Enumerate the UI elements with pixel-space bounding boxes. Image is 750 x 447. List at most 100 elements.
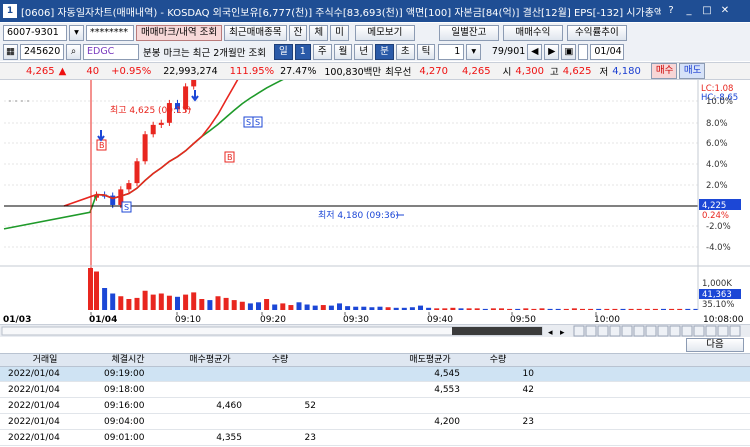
chart-tool-button[interactable] <box>717 325 729 337</box>
minimize-button[interactable]: _ <box>681 4 697 18</box>
stock-search-icon[interactable]: ⌕ <box>66 43 81 60</box>
cell-sell-avg <box>390 399 460 413</box>
trade-profit-button[interactable]: 매매수익 <box>502 24 563 41</box>
date-checkbox[interactable] <box>578 43 589 60</box>
volume-bar <box>280 303 286 310</box>
trade-mark-history-button[interactable]: 매매마크/내역 조회 <box>136 24 223 41</box>
col-buy-qty: 수량 <box>271 355 289 365</box>
volume-bar <box>450 307 456 310</box>
period-year[interactable]: 년 <box>354 43 374 60</box>
trade-amount: 100,830백만 <box>324 67 382 78</box>
chart-tool-button[interactable] <box>645 325 657 337</box>
volume-bar <box>515 308 521 310</box>
nav-first-icon[interactable]: ◀ <box>527 43 543 60</box>
volume-bar <box>272 304 278 310</box>
volume-bar <box>256 302 261 310</box>
period-day[interactable]: 일 <box>274 43 293 60</box>
volume-bar <box>458 308 464 310</box>
x-tick-label: 10:00 <box>594 315 620 324</box>
chart-canvas[interactable]: BBSS S 최고 4,625 (09:13) 최저 4,180 (09:36) … <box>0 0 750 328</box>
minute-mark-note: 분봉 마크는 최근 2개월만 조회 <box>143 47 267 59</box>
date-input[interactable]: 01/04 <box>590 43 625 60</box>
executed-toggle[interactable]: 체 <box>309 24 329 41</box>
volume-bar <box>661 308 666 310</box>
period-month[interactable]: 월 <box>333 43 353 60</box>
volume-bar <box>183 294 189 310</box>
stock-code-input[interactable]: 245620 <box>20 43 64 60</box>
last-price-label: 4,225 <box>702 201 726 211</box>
y-tick-label: 2.0% <box>706 181 728 191</box>
account-dropdown-icon[interactable]: ▾ <box>69 24 84 41</box>
return-trend-button[interactable]: 수익률추이 <box>566 24 627 41</box>
price-change: 40 <box>86 65 100 77</box>
buy-button[interactable]: 매수 <box>650 63 677 79</box>
nav-settings-icon[interactable]: ▣ <box>561 43 577 60</box>
memo-button[interactable]: 메모보기 <box>354 24 415 41</box>
sell-button[interactable]: 매도 <box>678 63 705 79</box>
unexecuted-toggle[interactable]: 미 <box>330 24 349 41</box>
window-title: [0606] 자동일자차트(매매내역) - KOSDAQ 외국인보유[6,777… <box>21 7 661 19</box>
close-button[interactable]: ✕ <box>717 4 733 18</box>
chart-scrollbar[interactable]: ◂ ▸ <box>0 324 750 338</box>
volume-bar <box>401 307 407 310</box>
chart-tool-button[interactable] <box>669 325 681 337</box>
table-row[interactable]: 2022/01/04 09:18:00 4,553 42 <box>0 383 750 398</box>
col-date: 거래일 <box>32 355 58 365</box>
recent-stocks-button[interactable]: 최근매매종목 <box>224 24 287 41</box>
period-second[interactable]: 초 <box>395 43 415 60</box>
table-row[interactable]: 2022/01/04 09:04:00 4,200 23 <box>0 415 750 430</box>
table-row[interactable]: 2022/01/04 09:19:00 4,545 10 <box>0 367 750 382</box>
scroll-thumb[interactable] <box>452 327 542 335</box>
cell-date: 2022/01/04 <box>8 417 60 427</box>
period-tick[interactable]: 틱 <box>416 43 436 60</box>
chart-tool-button[interactable] <box>633 325 645 337</box>
chart-tool-button[interactable] <box>681 325 693 337</box>
chart-tool-button[interactable] <box>621 325 633 337</box>
interval-input[interactable]: 1 <box>438 43 465 60</box>
cell-time: 09:16:00 <box>104 401 145 411</box>
volume-bar <box>620 308 626 310</box>
volume-bar <box>191 292 197 310</box>
volume-bar <box>580 308 585 310</box>
table-row[interactable]: 2022/01/04 09:16:00 4,460 52 <box>0 399 750 414</box>
chart-type-icon[interactable]: ▦ <box>3 43 18 60</box>
change-percent: +0.95% <box>111 65 152 77</box>
account-select[interactable]: 6007-9301 <box>3 24 67 41</box>
volume-bar <box>158 293 164 310</box>
volume-bar <box>434 308 440 310</box>
interval-dropdown-icon[interactable]: ▾ <box>466 43 482 60</box>
scroll-right-icon[interactable]: ▸ <box>560 328 565 338</box>
cell-sell-qty <box>470 399 534 413</box>
password-field[interactable]: ******** <box>86 24 134 41</box>
cell-buy-avg: 4,355 <box>216 433 242 443</box>
volume-bar <box>288 305 294 310</box>
period-week[interactable]: 주 <box>312 43 332 60</box>
chart-tool-button[interactable] <box>573 325 585 337</box>
chart-tool-button[interactable] <box>705 325 717 337</box>
table-row[interactable]: 2022/01/04 09:01:00 4,355 23 <box>0 431 750 446</box>
price-chart[interactable]: BBSSS 최고 4,625 (09:13) 최저 4,180 (09:36) … <box>0 0 750 328</box>
period-day-count[interactable]: 1 <box>294 43 311 60</box>
help-button[interactable]: ? <box>663 4 679 18</box>
buy-marker-text: B <box>227 153 233 162</box>
maximize-button[interactable]: □ <box>699 4 715 18</box>
cell-sell-qty <box>470 431 534 445</box>
volume-bar <box>490 308 496 310</box>
next-button[interactable]: 다음 <box>686 338 744 352</box>
scroll-left-icon[interactable]: ◂ <box>548 328 553 338</box>
volume: 22,993,274 <box>163 65 218 77</box>
volume-bar <box>474 308 480 310</box>
chart-tool-button[interactable] <box>729 325 741 337</box>
high-price: 4,625 <box>562 65 592 77</box>
nav-play-icon[interactable]: ▶ <box>544 43 560 60</box>
sell-marker-text: S <box>124 203 129 212</box>
period-minute[interactable]: 분 <box>375 43 394 60</box>
chart-tool-button[interactable] <box>597 325 609 337</box>
balance-toggle[interactable]: 잔 <box>288 24 308 41</box>
chart-tool-button[interactable] <box>585 325 597 337</box>
ask-price: 4,270 <box>419 65 449 77</box>
chart-tool-button[interactable] <box>657 325 669 337</box>
daily-balance-button[interactable]: 일별잔고 <box>438 24 499 41</box>
chart-tool-button[interactable] <box>609 325 621 337</box>
chart-tool-button[interactable] <box>693 325 705 337</box>
